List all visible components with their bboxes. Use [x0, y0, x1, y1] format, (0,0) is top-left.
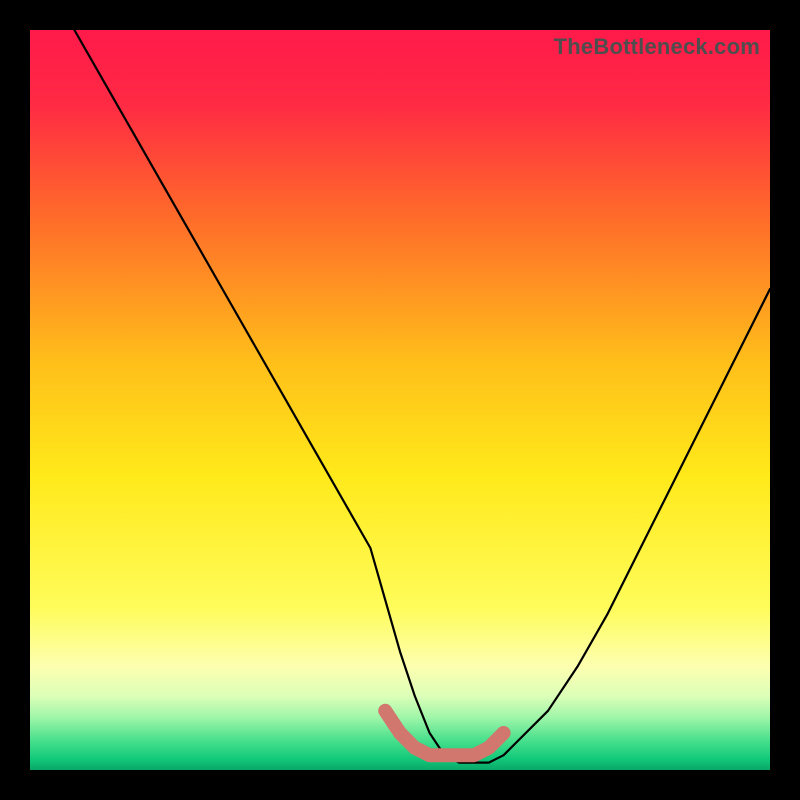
- curve-layer: [30, 30, 770, 770]
- plot-area: TheBottleneck.com: [30, 30, 770, 770]
- chart-frame: TheBottleneck.com: [0, 0, 800, 800]
- bottleneck-curve: [74, 30, 770, 763]
- optimal-range-marker: [385, 711, 503, 755]
